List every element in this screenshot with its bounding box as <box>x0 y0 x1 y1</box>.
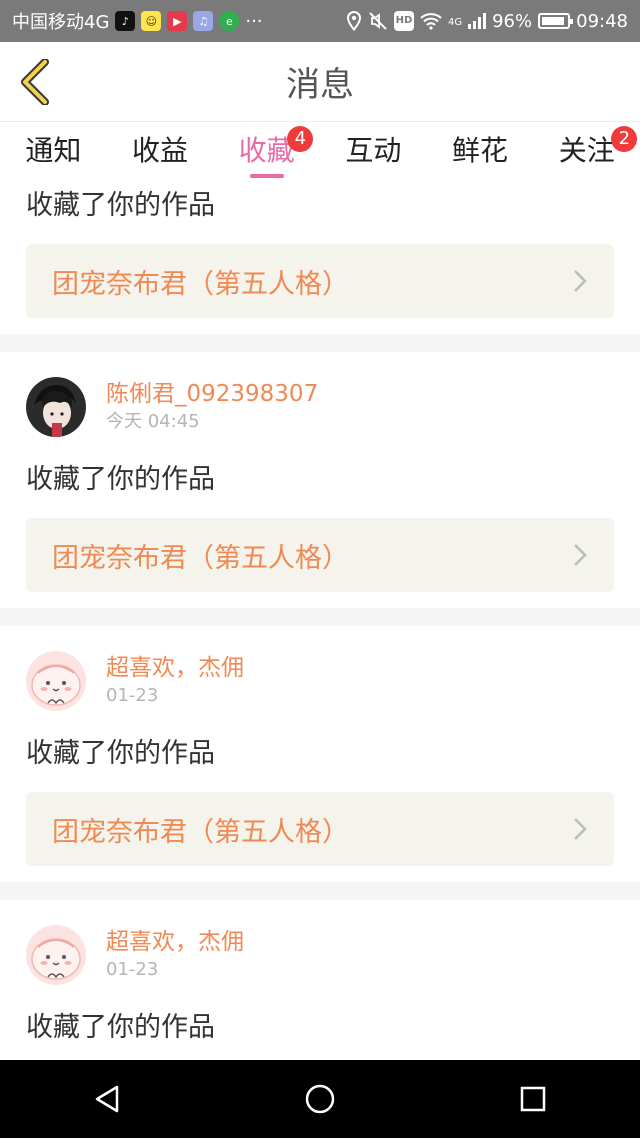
avatar[interactable] <box>26 925 86 985</box>
avatar-image <box>26 925 86 985</box>
active-tab-indicator <box>249 174 284 178</box>
chevron-right-icon <box>574 818 587 840</box>
action-text: 收藏了你的作品 <box>26 464 215 495</box>
status-left: 中国移动4G ♪ ☺ ▶ ♫ e ··· <box>12 8 263 34</box>
timestamp: 今天 04:45 <box>106 411 200 432</box>
hd-icon: HD <box>393 11 414 31</box>
avatar[interactable] <box>26 377 86 437</box>
back-button[interactable] <box>14 58 54 106</box>
music-icon: ♫ <box>193 11 214 31</box>
status-right: HD 4G 96% 09:48 <box>346 11 628 32</box>
user-name[interactable]: 陈俐君_092398307 <box>106 379 318 409</box>
avatar-image <box>26 651 86 711</box>
circle-home-icon <box>305 1084 335 1114</box>
work-link[interactable]: 团宠奈布君（第五人格） <box>26 518 614 592</box>
video-icon: ▶ <box>167 11 188 31</box>
wifi-icon <box>420 13 442 30</box>
nav-back-button[interactable] <box>67 1060 147 1138</box>
user-row: 超喜欢，杰佣 01-23 <box>26 650 614 712</box>
battery-percent: 96% <box>492 10 533 32</box>
action-text: 收藏了你的作品 <box>26 1012 215 1043</box>
clock: 09:48 <box>576 10 628 32</box>
tab-label: 互动 <box>345 134 402 167</box>
header: 消息 <box>0 42 640 122</box>
system-nav-bar <box>0 1060 640 1138</box>
tab-interactions[interactable]: 互动 <box>320 122 427 180</box>
mute-icon <box>369 12 387 30</box>
chevron-right-icon <box>574 544 587 566</box>
tab-bar: 通知 收益 收藏 4 互动 鲜花 关注 2 <box>0 122 640 180</box>
tab-follows[interactable]: 关注 2 <box>533 122 640 180</box>
triangle-back-icon <box>95 1085 118 1113</box>
chevron-right-icon <box>574 270 587 292</box>
tab-earnings[interactable]: 收益 <box>107 122 214 180</box>
unread-badge: 4 <box>287 126 314 152</box>
page-title: 消息 <box>286 65 354 105</box>
tab-notifications[interactable]: 通知 <box>0 122 107 180</box>
message-card: 超喜欢，杰佣 01-23 收藏了你的作品 团宠奈布君（第五人格） <box>0 626 640 882</box>
square-recents-icon <box>521 1086 546 1112</box>
tiktok-icon: ♪ <box>115 11 136 31</box>
avatar[interactable] <box>26 651 86 711</box>
unread-badge: 2 <box>611 126 638 152</box>
action-text: 收藏了你的作品 <box>26 190 215 221</box>
work-link[interactable]: 团宠奈布君（第五人格） <box>26 792 614 866</box>
user-row: 陈俐君_092398307 今天 04:45 <box>26 376 614 438</box>
battery-icon <box>538 13 574 29</box>
message-list[interactable]: 收藏了你的作品 团宠奈布君（第五人格） 陈俐君_092398307 今天 04:… <box>0 180 640 1060</box>
more-notifications: ··· <box>245 10 263 32</box>
tab-label: 鲜花 <box>452 134 509 167</box>
message-card: 收藏了你的作品 团宠奈布君（第五人格） <box>0 180 640 334</box>
work-title: 团宠奈布君（第五人格） <box>52 268 349 300</box>
signal-icon <box>468 13 487 29</box>
message-card: 陈俐君_092398307 今天 04:45 收藏了你的作品 团宠奈布君（第五人… <box>0 352 640 608</box>
work-title: 团宠奈布君（第五人格） <box>52 542 349 574</box>
browser-icon: e <box>219 11 240 31</box>
tab-label: 收藏 <box>238 134 295 167</box>
user-name[interactable]: 超喜欢，杰佣 <box>106 653 244 683</box>
timestamp: 01-23 <box>106 959 159 980</box>
tab-label: 收益 <box>132 134 189 167</box>
tab-label: 关注 <box>558 134 615 167</box>
tab-flowers[interactable]: 鲜花 <box>427 122 534 180</box>
tab-label: 通知 <box>25 134 82 167</box>
user-row: 超喜欢，杰佣 01-23 <box>26 924 614 986</box>
nav-home-button[interactable] <box>280 1060 360 1138</box>
location-icon <box>346 11 361 31</box>
action-text: 收藏了你的作品 <box>26 738 215 769</box>
work-link[interactable]: 团宠奈布君（第五人格） <box>26 244 614 318</box>
avatar-image <box>26 377 86 437</box>
carrier-label: 中国移动4G <box>12 12 110 33</box>
user-name[interactable]: 超喜欢，杰佣 <box>106 927 244 957</box>
tab-favorites[interactable]: 收藏 4 <box>213 122 320 180</box>
timestamp: 01-23 <box>106 685 159 706</box>
work-title: 团宠奈布君（第五人格） <box>52 816 349 848</box>
nav-recents-button[interactable] <box>493 1060 573 1138</box>
message-card: 超喜欢，杰佣 01-23 收藏了你的作品 <box>0 900 640 1060</box>
chat-icon: ☺ <box>141 11 162 31</box>
network-type: 4G <box>447 16 463 28</box>
chevron-left-icon <box>21 59 49 105</box>
status-bar: 中国移动4G ♪ ☺ ▶ ♫ e ··· HD 4G 96% 09:48 <box>0 0 640 42</box>
